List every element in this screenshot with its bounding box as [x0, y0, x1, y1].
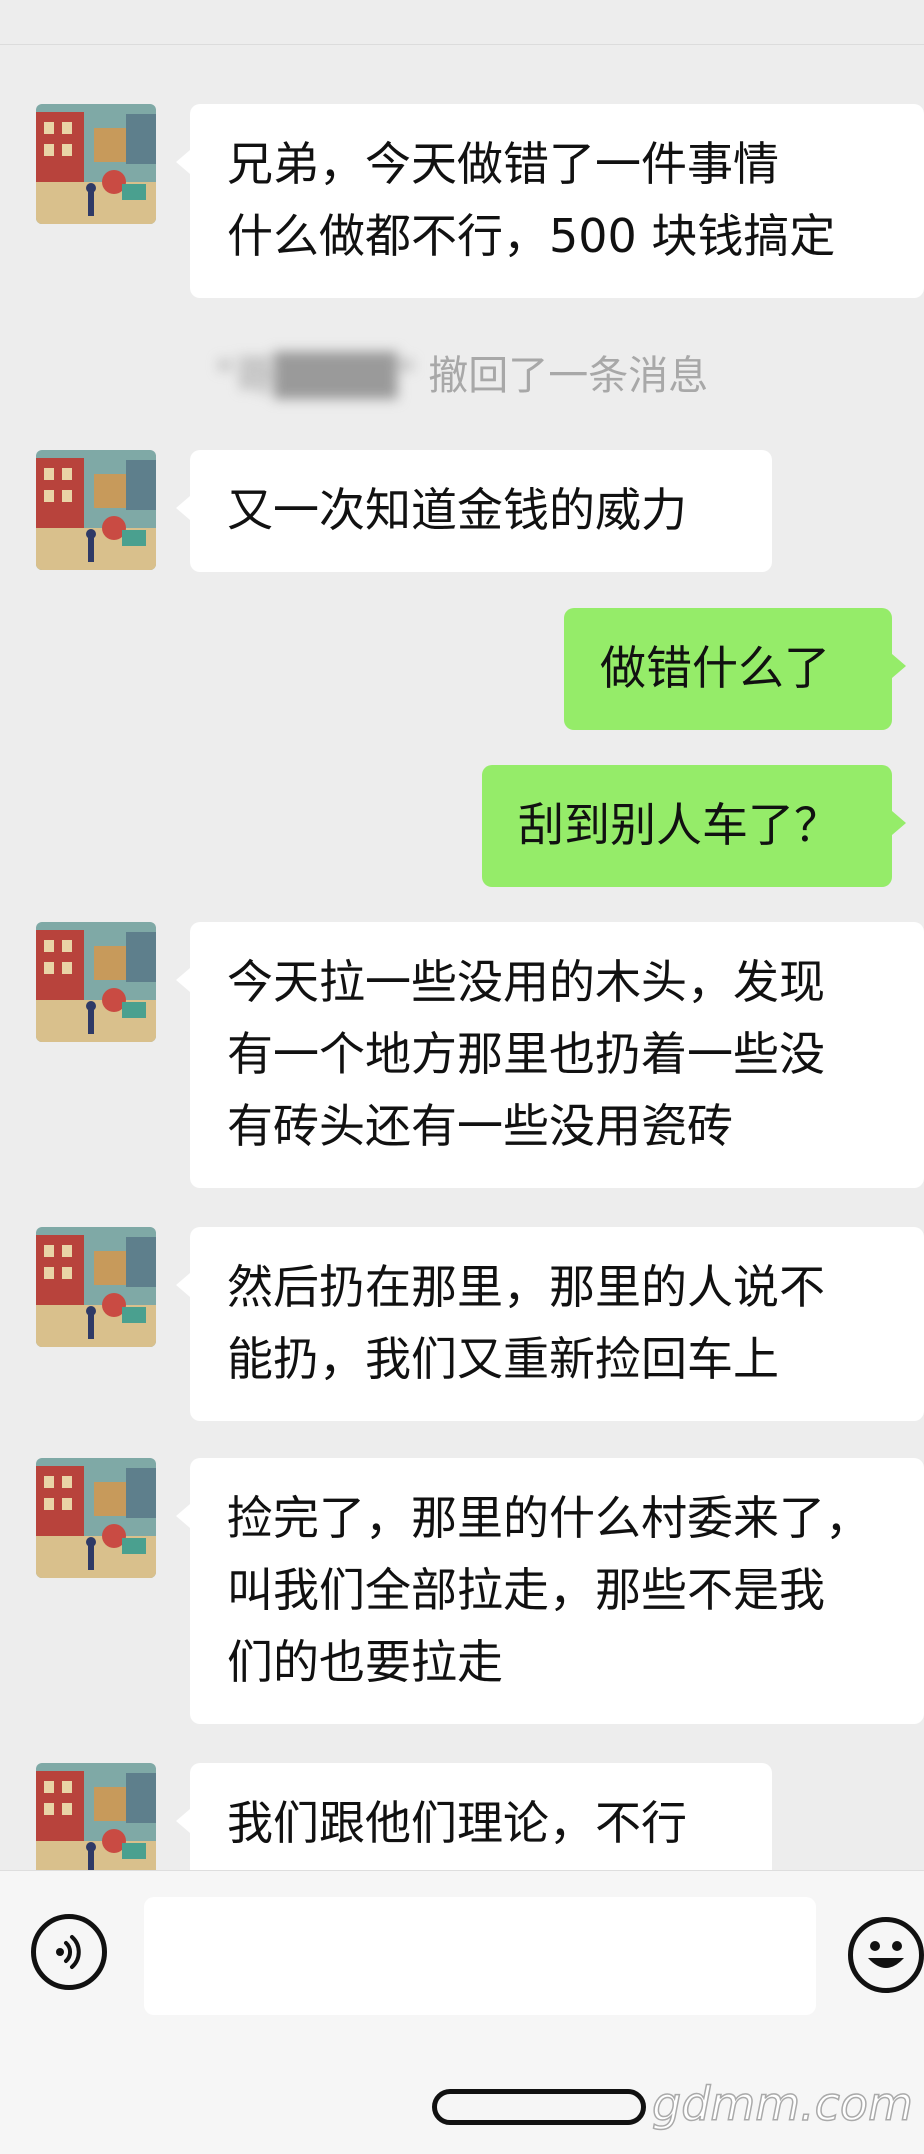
blurred-contact-name: "哥████"	[215, 353, 416, 399]
incoming-message-bubble[interactable]: 捡完了，那里的什么村委来了， 叫我们全部拉走，那些不是我 们的也要拉走	[176, 1458, 924, 1724]
contact-avatar[interactable]	[36, 104, 156, 224]
avatar-image	[36, 1458, 156, 1578]
contact-avatar[interactable]	[36, 450, 156, 570]
message-recalled-notice: "哥████" 撤回了一条消息	[0, 348, 924, 404]
emoji-icon	[868, 1941, 904, 1968]
chat-input-bar: gdmm.com	[0, 1870, 924, 2154]
avatar-image	[36, 922, 156, 1042]
incoming-message-bubble[interactable]: 我们跟他们理论，不行	[176, 1763, 772, 1870]
voice-icon	[56, 1935, 81, 1969]
avatar-image	[36, 450, 156, 570]
avatar-image	[36, 104, 156, 224]
recall-notice-text: 撤回了一条消息	[415, 353, 709, 399]
emoji-button[interactable]	[848, 1917, 924, 1993]
contact-avatar[interactable]	[36, 922, 156, 1042]
outgoing-message-bubble[interactable]: 刮到别人车了？	[482, 765, 906, 887]
chat-screen: 兄弟，今天做错了一件事情 什么做都不行，500 块钱搞定 "哥████" 撤回了…	[0, 0, 924, 2154]
outgoing-message-bubble[interactable]: 做错什么了	[564, 608, 906, 730]
incoming-message-bubble[interactable]: 又一次知道金钱的威力	[176, 450, 772, 572]
avatar-image	[36, 1763, 156, 1870]
home-indicator[interactable]	[432, 2089, 646, 2125]
contact-avatar[interactable]	[36, 1458, 156, 1578]
voice-button[interactable]	[31, 1914, 107, 1990]
incoming-message-bubble[interactable]: 今天拉一些没用的木头，发现 有一个地方那里也扔着一些没 有砖头还有一些没用瓷砖	[176, 922, 924, 1188]
message-input[interactable]	[144, 1897, 816, 2015]
contact-avatar[interactable]	[36, 1763, 156, 1870]
watermark-text: gdmm.com	[651, 2076, 913, 2132]
message-list[interactable]: 兄弟，今天做错了一件事情 什么做都不行，500 块钱搞定 "哥████" 撤回了…	[0, 0, 924, 1870]
avatar-image	[36, 1227, 156, 1347]
incoming-message-bubble[interactable]: 然后扔在那里，那里的人说不 能扔，我们又重新捡回车上	[176, 1227, 924, 1421]
contact-avatar[interactable]	[36, 1227, 156, 1347]
incoming-message-bubble[interactable]: 兄弟，今天做错了一件事情 什么做都不行，500 块钱搞定	[176, 104, 924, 298]
